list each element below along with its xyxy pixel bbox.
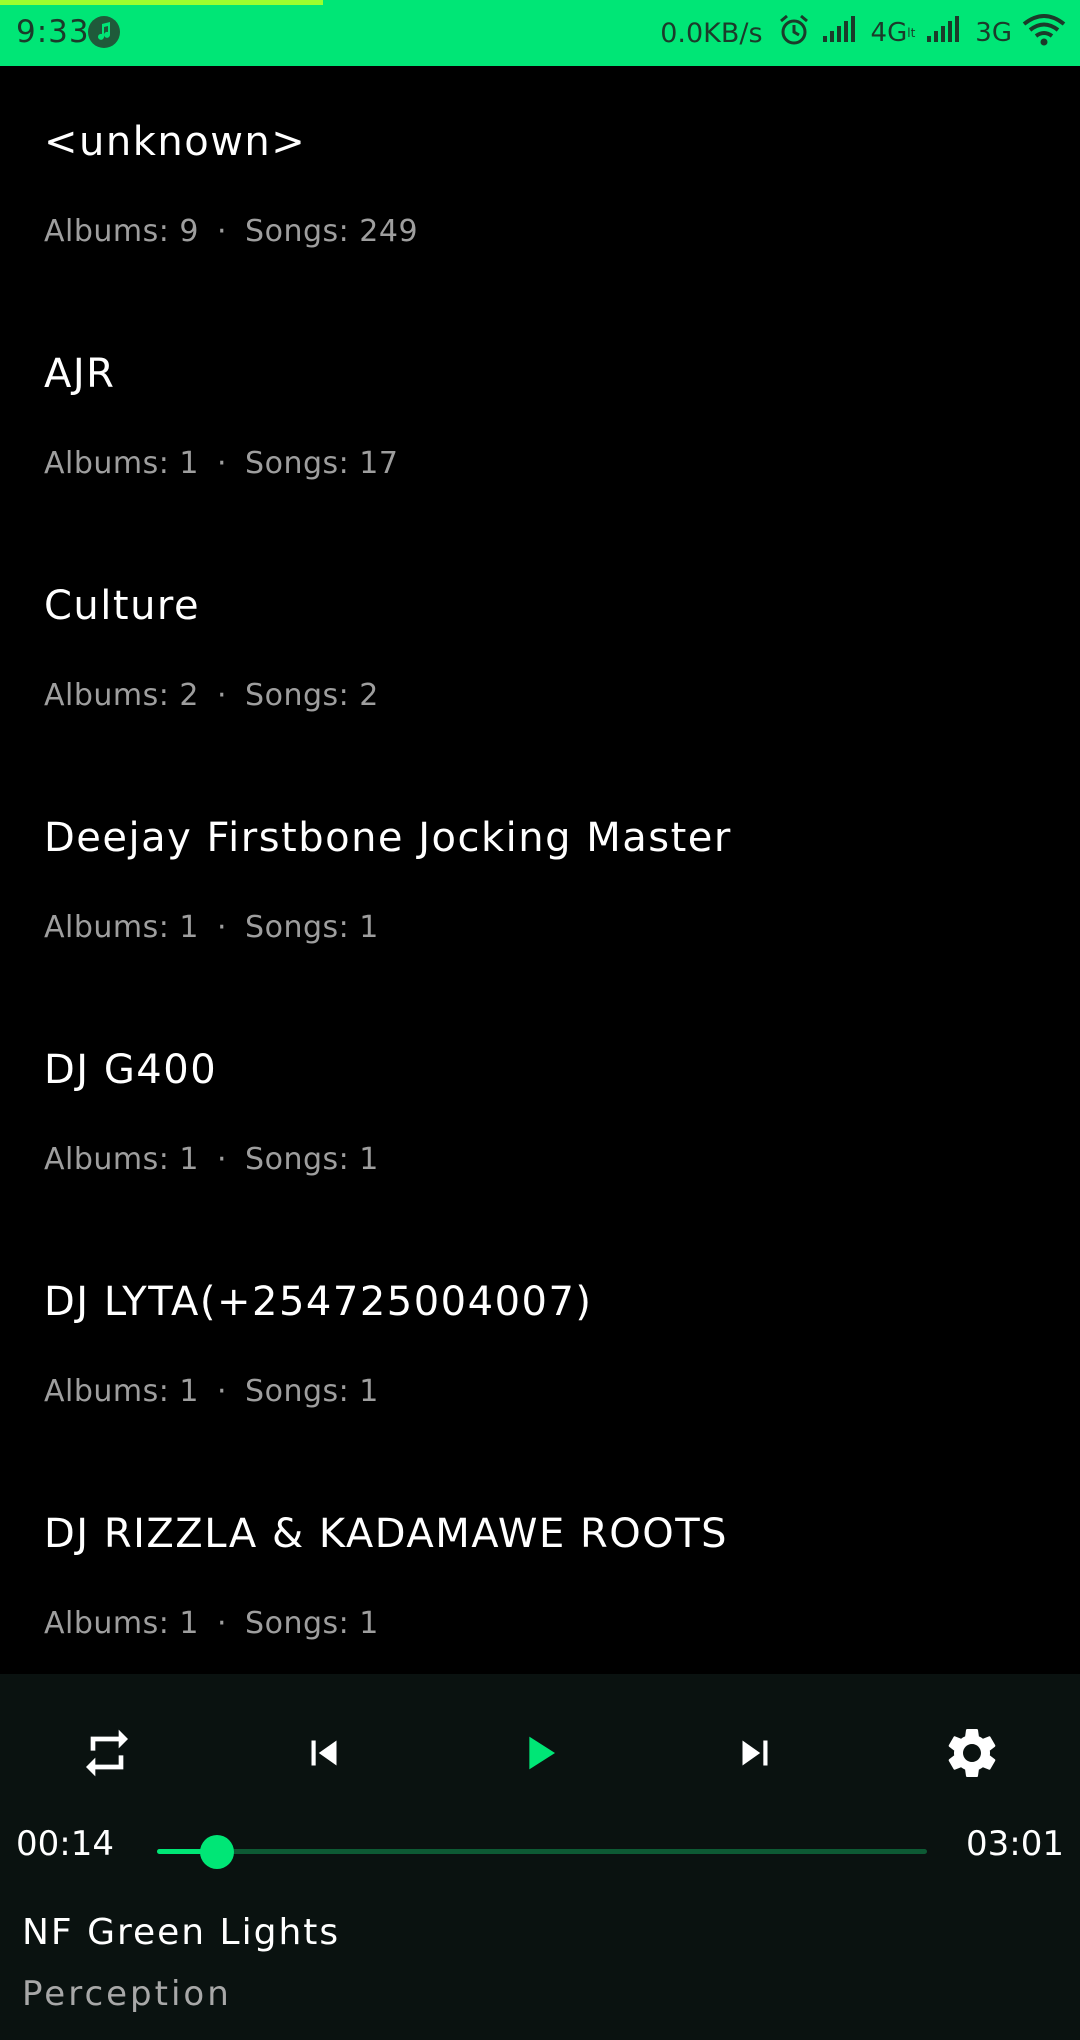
settings-button[interactable] xyxy=(931,1714,1013,1796)
albums-count: Albums: 1 xyxy=(44,1142,199,1177)
artist-meta: Albums: 2 · Songs: 2 xyxy=(44,676,379,716)
separator-dot: · xyxy=(217,1606,228,1641)
wifi-icon xyxy=(1022,13,1066,54)
songs-count: Songs: 1 xyxy=(245,1374,379,1409)
status-time: 9:33 xyxy=(16,14,90,50)
albums-count: Albums: 2 xyxy=(44,678,199,713)
artist-name: DJ G400 xyxy=(44,1047,218,1093)
playback-controls xyxy=(0,1714,1080,1796)
artist-meta: Albums: 1 · Songs: 1 xyxy=(44,1372,379,1412)
total-time: 03:01 xyxy=(966,1824,1064,1864)
play-icon xyxy=(513,1725,569,1785)
artist-name: AJR xyxy=(44,351,116,397)
current-time: 00:14 xyxy=(16,1824,114,1864)
network-label-2: 3G xyxy=(975,18,1012,48)
artist-meta: Albums: 1 · Songs: 1 xyxy=(44,908,379,948)
artist-row[interactable]: Deejay Firstbone Jocking Master Albums: … xyxy=(0,762,1080,994)
signal-icon xyxy=(925,15,965,51)
songs-count: Songs: 1 xyxy=(245,1142,379,1177)
next-button[interactable] xyxy=(714,1714,796,1796)
artist-row[interactable]: DJ RIZZLA & KADAMAWE ROOTS Albums: 1 · Son… xyxy=(0,1458,1080,1674)
artist-meta: Albums: 9 · Songs: 249 xyxy=(44,212,418,252)
next-icon xyxy=(730,1728,780,1782)
song-title: NF Green Lights xyxy=(22,1912,341,1953)
song-album: Perception xyxy=(22,1974,232,2014)
separator-dot: · xyxy=(217,1374,228,1409)
artist-name: Culture xyxy=(44,583,201,629)
seek-bar[interactable] xyxy=(157,1835,927,1869)
artist-name: <unknown> xyxy=(44,119,307,165)
artist-list[interactable]: <unknown> Albums: 9 · Songs: 249 AJR Album… xyxy=(0,66,1080,1674)
artist-meta: Albums: 1 · Songs: 17 xyxy=(44,444,398,484)
alarm-icon xyxy=(777,13,811,54)
music-note-icon xyxy=(88,16,120,48)
artist-name: DJ RIZZLA & KADAMAWE ROOTS xyxy=(44,1511,729,1557)
previous-icon xyxy=(299,1728,349,1782)
albums-count: Albums: 1 xyxy=(44,446,199,481)
seek-track xyxy=(157,1849,927,1854)
artist-row[interactable]: DJ LYTA(+254725004007) Albums: 1 · Songs: … xyxy=(0,1226,1080,1458)
artist-name: Deejay Firstbone Jocking Master xyxy=(44,815,732,861)
separator-dot: · xyxy=(217,446,228,481)
separator-dot: · xyxy=(217,678,228,713)
network-label-1: 4G xyxy=(870,18,908,48)
artist-row[interactable]: Culture Albums: 2 · Songs: 2 xyxy=(0,530,1080,762)
seek-thumb[interactable] xyxy=(199,1835,234,1869)
songs-count: Songs: 1 xyxy=(245,910,379,945)
net-speed: 0.0KB/s xyxy=(660,17,763,49)
songs-count: Songs: 17 xyxy=(245,446,399,481)
signal-icon xyxy=(821,15,861,51)
previous-button[interactable] xyxy=(283,1714,365,1796)
status-progress-strip xyxy=(0,0,323,5)
repeat-icon xyxy=(79,1725,135,1785)
albums-count: Albums: 1 xyxy=(44,910,199,945)
separator-dot: · xyxy=(217,910,228,945)
songs-count: Songs: 249 xyxy=(245,214,419,249)
artist-name: DJ LYTA(+254725004007) xyxy=(44,1279,593,1325)
albums-count: Albums: 1 xyxy=(44,1606,199,1641)
artist-row[interactable]: <unknown> Albums: 9 · Songs: 249 xyxy=(0,66,1080,298)
separator-dot: · xyxy=(217,1142,228,1177)
separator-dot: · xyxy=(217,214,228,249)
repeat-button[interactable] xyxy=(66,1714,148,1796)
albums-count: Albums: 1 xyxy=(44,1374,199,1409)
artist-row[interactable]: DJ G400 Albums: 1 · Songs: 1 xyxy=(0,994,1080,1226)
status-bar: 9:33 0.0KB/s 4G lt 3G xyxy=(0,0,1080,66)
network-label-1-suffix: lt xyxy=(907,26,916,40)
songs-count: Songs: 1 xyxy=(245,1606,379,1641)
albums-count: Albums: 9 xyxy=(44,214,199,249)
artist-meta: Albums: 1 · Songs: 1 xyxy=(44,1140,379,1180)
songs-count: Songs: 2 xyxy=(245,678,379,713)
settings-icon xyxy=(942,1723,1002,1787)
status-right-cluster: 0.0KB/s 4G lt 3G xyxy=(660,10,1066,56)
artist-meta: Albums: 1 · Songs: 1 xyxy=(44,1604,379,1644)
artist-row[interactable]: AJR Albums: 1 · Songs: 17 xyxy=(0,298,1080,530)
play-button[interactable] xyxy=(500,1714,582,1796)
now-playing-panel: 00:14 03:01 NF Green Lights Perception xyxy=(0,1674,1080,2040)
